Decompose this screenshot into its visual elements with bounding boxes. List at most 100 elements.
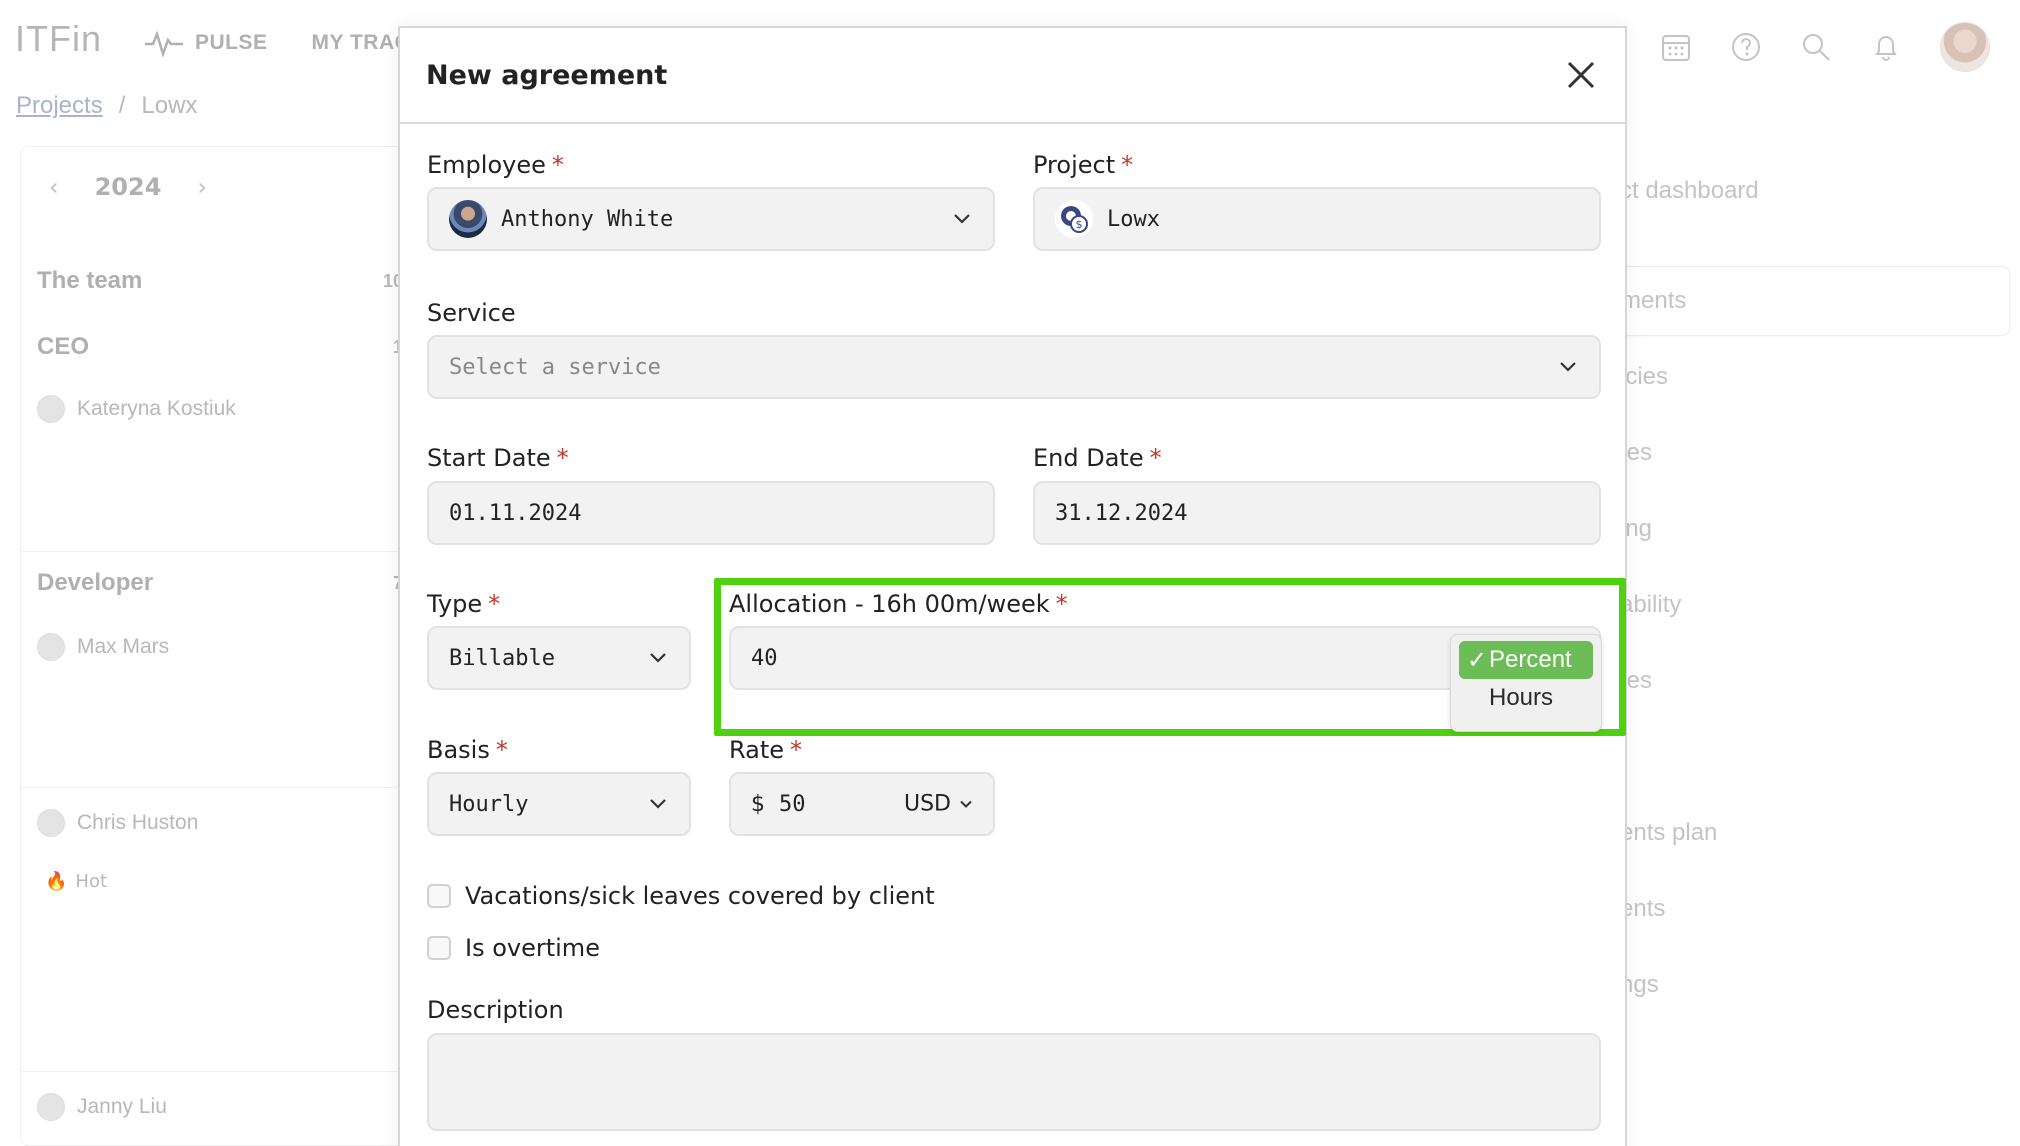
- breadcrumb-separator: /: [118, 92, 126, 119]
- team-member[interactable]: Chris Huston: [37, 809, 198, 837]
- team-header: The team 10: [37, 267, 403, 295]
- hot-badge: 🔥 Hot: [45, 871, 107, 892]
- type-label: Type *: [427, 590, 501, 618]
- project-value: Lowx: [1107, 206, 1160, 232]
- team-panel: ‹ 2024 › The team 10 CEO 1 Kateryna Kost…: [20, 146, 420, 1146]
- group-header-developer: Developer 7: [37, 569, 403, 597]
- service-select[interactable]: Select a service: [427, 335, 1601, 399]
- allocation-value: 40: [751, 645, 778, 671]
- rate-label: Rate *: [729, 736, 803, 764]
- menu-item-label: ments: [1621, 287, 1687, 314]
- svg-text:$: $: [1076, 218, 1083, 231]
- member-name: Janny Liu: [77, 1095, 167, 1118]
- end-date-value: 31.12.2024: [1055, 500, 1188, 526]
- unit-option-percent[interactable]: ✓ Percent: [1459, 641, 1593, 679]
- member-name: Kateryna Kostiuk: [77, 397, 236, 420]
- top-icons: [1660, 22, 1990, 72]
- basis-select[interactable]: Hourly: [427, 772, 691, 836]
- menu-item-label: ct dashboard: [1620, 177, 1759, 204]
- employee-select[interactable]: Anthony White: [427, 187, 995, 251]
- overtime-checkbox-row[interactable]: Is overtime: [427, 934, 600, 962]
- breadcrumb: Projects / Lowx: [16, 92, 197, 120]
- menu-item[interactable]: ments: [1560, 266, 2010, 336]
- user-avatar[interactable]: [1940, 22, 1990, 72]
- chevron-down-icon: [960, 800, 972, 808]
- menu-item[interactable]: icies: [1560, 342, 2010, 412]
- chevron-down-icon: [1560, 362, 1576, 372]
- start-date-value: 01.11.2024: [449, 500, 582, 526]
- rate-input[interactable]: $ 50 USD: [729, 772, 995, 836]
- currency-symbol: $: [751, 791, 765, 817]
- project-field[interactable]: $ Lowx: [1033, 187, 1601, 251]
- description-textarea[interactable]: [427, 1033, 1601, 1131]
- description-label: Description: [427, 996, 564, 1024]
- nav-pulse-label: PULSE: [195, 31, 268, 54]
- menu-item[interactable]: tes: [1560, 418, 2010, 488]
- divider: [21, 551, 419, 552]
- overtime-checkbox-label: Is overtime: [465, 934, 600, 962]
- employee-value: Anthony White: [501, 206, 674, 232]
- calendar-icon[interactable]: [1660, 31, 1692, 63]
- nav-pulse[interactable]: PULSE: [145, 28, 268, 58]
- checkmark-icon: ✓: [1467, 646, 1488, 674]
- menu-item[interactable]: ents: [1560, 874, 2010, 944]
- start-date-label: Start Date *: [427, 444, 569, 472]
- type-select[interactable]: Billable: [427, 626, 691, 690]
- chevron-down-icon: [650, 653, 666, 663]
- chevron-down-icon: [954, 214, 970, 224]
- close-button[interactable]: [1561, 55, 1601, 95]
- employee-label: Employee *: [427, 151, 564, 179]
- team-member[interactable]: Max Mars: [37, 633, 169, 661]
- currency-select[interactable]: USD: [904, 792, 973, 817]
- member-avatar: [37, 395, 65, 423]
- member-name: Max Mars: [77, 635, 170, 658]
- rate-value: 50: [779, 791, 806, 817]
- year-label: 2024: [94, 173, 162, 201]
- menu-item[interactable]: ents plan: [1560, 798, 2010, 868]
- modal-title: New agreement: [426, 59, 668, 91]
- menu-item[interactable]: ability: [1560, 570, 2010, 640]
- service-placeholder: Select a service: [449, 354, 661, 380]
- unit-option-hours[interactable]: Hours: [1459, 679, 1593, 717]
- type-value: Billable: [449, 645, 555, 671]
- allocation-label: Allocation - 16h 00m/week *: [729, 590, 1068, 618]
- vacations-checkbox-row[interactable]: Vacations/sick leaves covered by client: [427, 882, 935, 910]
- breadcrumb-projects-link[interactable]: Projects: [16, 92, 103, 120]
- vacations-checkbox[interactable]: [427, 884, 451, 908]
- menu-item[interactable]: ct dashboard: [1560, 156, 2010, 226]
- menu-item[interactable]: ing: [1560, 494, 2010, 564]
- team-member[interactable]: Kateryna Kostiuk: [37, 395, 236, 423]
- menu-item[interactable]: tes: [1560, 646, 2010, 716]
- next-year-icon[interactable]: ›: [197, 173, 207, 201]
- menu-item[interactable]: [1560, 722, 2010, 792]
- group-header-ceo: CEO 1: [37, 333, 403, 361]
- unit-option-label: Percent: [1489, 646, 1572, 673]
- overtime-checkbox[interactable]: [427, 936, 451, 960]
- unit-option-label: Hours: [1489, 684, 1554, 711]
- menu-item-label: icies: [1620, 363, 1669, 390]
- allocation-unit-dropdown[interactable]: ✓ Percent Hours: [1450, 634, 1602, 732]
- member-avatar: [37, 809, 65, 837]
- end-date-label: End Date *: [1033, 444, 1162, 472]
- prev-year-icon[interactable]: ‹: [49, 173, 59, 201]
- search-icon[interactable]: [1800, 31, 1832, 63]
- team-label: The team: [37, 267, 143, 294]
- basis-label: Basis *: [427, 736, 508, 764]
- team-member[interactable]: Janny Liu: [37, 1093, 167, 1121]
- close-icon: [1567, 61, 1595, 89]
- project-label: Project *: [1033, 151, 1134, 179]
- menu-item[interactable]: ngs: [1560, 950, 2010, 1020]
- app-logo: ITFin: [15, 18, 103, 59]
- start-date-input[interactable]: 01.11.2024: [427, 481, 995, 545]
- member-name: Chris Huston: [77, 811, 199, 834]
- pulse-icon: [145, 30, 183, 58]
- service-label: Service: [427, 299, 516, 327]
- basis-value: Hourly: [449, 791, 529, 817]
- project-icon: $: [1055, 200, 1093, 238]
- bell-icon[interactable]: [1870, 31, 1902, 63]
- hot-label: Hot: [75, 871, 108, 892]
- divider: [21, 787, 419, 788]
- menu-item-label: ents plan: [1620, 819, 1718, 846]
- end-date-input[interactable]: 31.12.2024: [1033, 481, 1601, 545]
- help-icon[interactable]: [1730, 31, 1762, 63]
